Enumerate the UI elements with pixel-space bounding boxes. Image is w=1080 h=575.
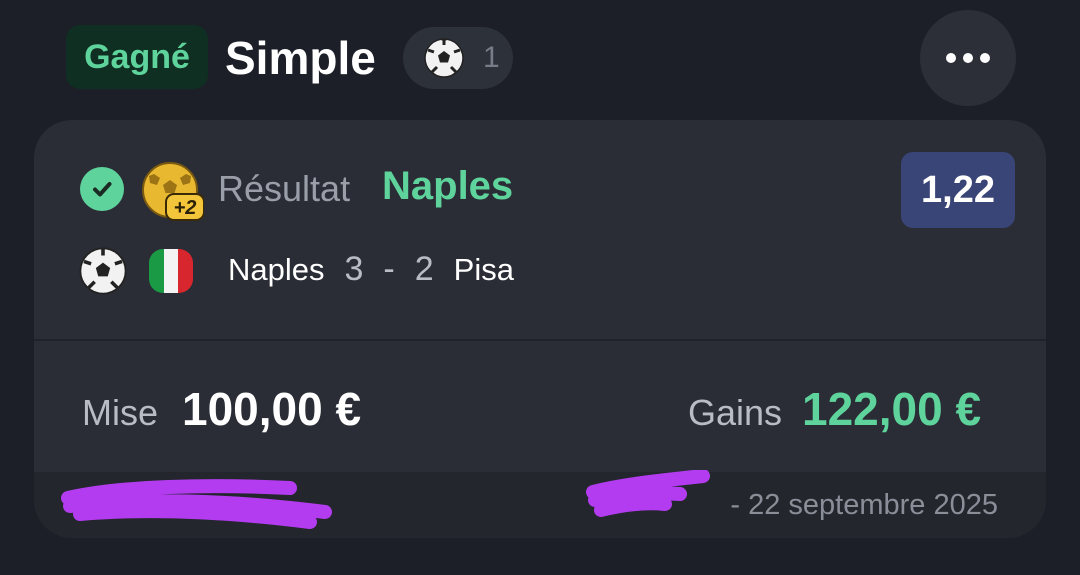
odds-badge: 1,22 xyxy=(901,152,1015,228)
sport-count-pill: 1 xyxy=(403,27,513,89)
score-separator: - xyxy=(383,250,395,288)
home-score: 3 xyxy=(344,250,364,288)
match-score-row: Naples 3 - 2 Pisa xyxy=(228,250,514,289)
bet-type-title: Simple xyxy=(225,32,376,84)
stake-value: 100,00 € xyxy=(182,383,362,435)
away-score: 2 xyxy=(414,250,434,288)
status-badge: Gagné xyxy=(66,25,208,89)
italy-flag-icon xyxy=(149,249,193,293)
home-team: Naples xyxy=(228,252,325,287)
bet-footer: - 22 septembre 2025 xyxy=(34,472,1046,538)
more-options-button[interactable] xyxy=(920,10,1016,106)
soccer-ball-icon xyxy=(424,38,464,78)
bet-date: - 22 septembre 2025 xyxy=(730,489,998,521)
selection-pick: Naples xyxy=(382,164,514,208)
stake-label: Mise xyxy=(82,392,159,433)
bet-header: Gagné Simple 1 xyxy=(0,0,1080,115)
bet-card[interactable]: +2 Résultat Naples 1,22 Naples 3 - 2 Pis… xyxy=(34,120,1046,538)
market-label: Résultat xyxy=(218,168,351,209)
divider xyxy=(34,339,1046,341)
away-team: Pisa xyxy=(453,252,514,287)
gains-label: Gains xyxy=(688,392,783,433)
boost-plus2-icon: +2 xyxy=(142,162,204,221)
soccer-ball-icon xyxy=(79,247,127,295)
more-options-icon xyxy=(946,53,956,63)
gains-value: 122,00 € xyxy=(802,383,982,435)
check-icon xyxy=(80,167,124,211)
sport-count: 1 xyxy=(483,41,500,74)
svg-text:+2: +2 xyxy=(174,197,197,219)
